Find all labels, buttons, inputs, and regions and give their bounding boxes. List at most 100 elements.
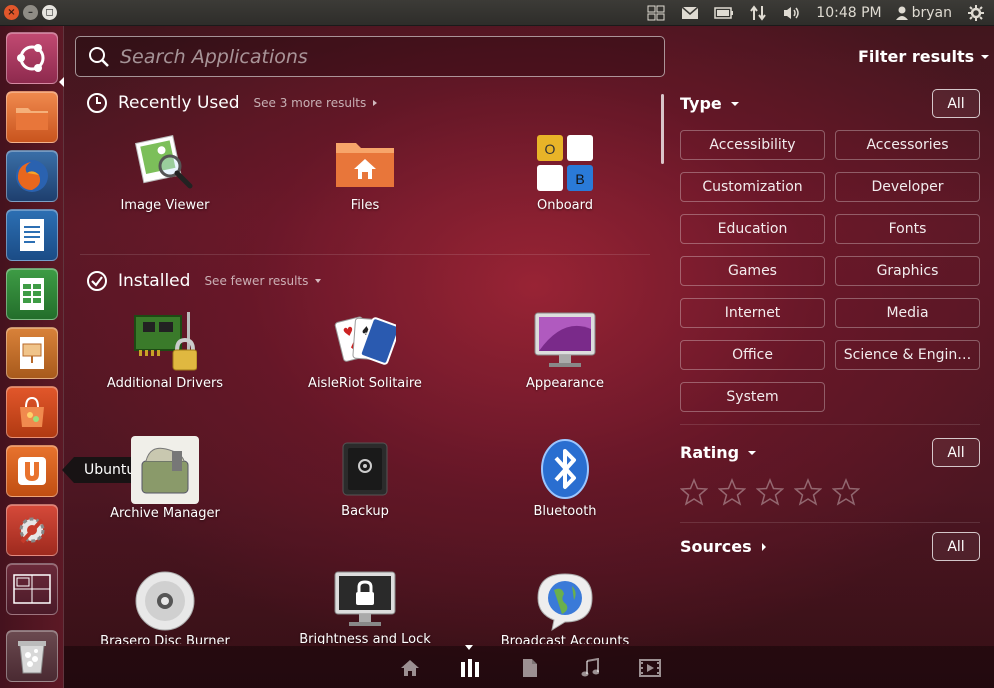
search-bar[interactable] [75, 36, 665, 77]
results-scrollbar[interactable] [661, 94, 664, 164]
filter-chip[interactable]: Accessories [835, 130, 980, 160]
ubuntu-dash-icon[interactable] [6, 32, 58, 84]
mail-icon[interactable] [680, 4, 700, 22]
app-appearance[interactable]: Appearance [490, 308, 640, 391]
app-brasero[interactable]: Brasero Disc Burner [90, 570, 240, 644]
star-icon[interactable] [756, 478, 784, 506]
maximize-icon[interactable]: ◻ [42, 5, 57, 20]
filter-chip[interactable]: Customization [680, 172, 825, 202]
app-brightness-and-lock[interactable]: Brightness and Lock [290, 570, 440, 644]
rating-all-button[interactable]: All [932, 438, 980, 467]
filter-results-toggle[interactable]: Filter results [858, 47, 990, 66]
archive-icon [131, 436, 199, 504]
see-more-results-link[interactable]: See 3 more results [254, 96, 379, 110]
cards-icon: ♥♦♠ [332, 308, 398, 374]
app-label: Backup [341, 504, 389, 519]
app-aisleriot-solitaire[interactable]: ♥♦♠ AisleRiot Solitaire [290, 308, 440, 391]
window-controls: × – ◻ [4, 5, 57, 20]
search-input[interactable] [120, 41, 640, 72]
filter-chip[interactable]: Games [680, 256, 825, 286]
applications-lens-icon[interactable] [459, 657, 481, 679]
app-backup[interactable]: Backup [290, 436, 440, 519]
files-lens-icon[interactable] [519, 657, 541, 679]
filter-chip[interactable]: Education [680, 214, 825, 244]
home-lens-icon[interactable] [399, 657, 421, 679]
chevron-right-icon [373, 100, 378, 106]
star-icon[interactable] [832, 478, 860, 506]
writer-icon[interactable] [6, 209, 58, 261]
backup-safe-icon [332, 436, 398, 502]
chevron-right-icon [761, 542, 766, 551]
chevron-down-icon [981, 54, 990, 59]
app-label: Broadcast Accounts [500, 634, 630, 644]
filter-chip[interactable]: Media [835, 298, 980, 328]
workspaces-icon[interactable] [646, 4, 666, 22]
video-lens-icon[interactable] [639, 657, 661, 679]
filter-chip[interactable]: Accessibility [680, 130, 825, 160]
app-label: Onboard [536, 198, 593, 213]
software-center-icon[interactable] [6, 386, 58, 438]
workspace-switcher-icon[interactable] [6, 563, 58, 615]
check-circle-icon [87, 271, 107, 291]
app-broadcast-accounts[interactable]: Broadcast Accounts [490, 570, 640, 644]
filter-chip[interactable]: Graphics [835, 256, 980, 286]
image-viewer-icon [132, 130, 198, 196]
filter-sources-header[interactable]: Sources [680, 537, 768, 556]
ubuntu-one-icon[interactable] [6, 445, 58, 497]
app-label: Files [350, 198, 380, 213]
user-name: bryan [911, 5, 952, 21]
sources-all-button[interactable]: All [932, 532, 980, 561]
filter-chip[interactable]: Office [680, 340, 825, 370]
filter-type-title: Type [680, 94, 722, 113]
app-image-viewer[interactable]: Image Viewer [90, 130, 240, 213]
installed-header: Installed See fewer results [86, 270, 322, 292]
filter-chip[interactable]: Developer [835, 172, 980, 202]
tooltip-arrow [62, 457, 74, 483]
volume-icon[interactable] [782, 4, 802, 22]
app-label: Brasero Disc Burner [100, 634, 230, 644]
search-icon [89, 46, 109, 67]
type-all-button[interactable]: All [932, 89, 980, 118]
impress-icon[interactable] [6, 327, 58, 379]
user-menu[interactable]: bryan [895, 5, 952, 21]
chevron-down-icon [315, 279, 322, 283]
music-lens-icon[interactable] [579, 657, 601, 679]
filter-chip[interactable]: Internet [680, 298, 825, 328]
app-onboard[interactable]: O B Onboard [490, 130, 640, 213]
section-divider [80, 254, 650, 255]
app-label: Bluetooth [533, 504, 597, 519]
broadcast-globe-icon [532, 570, 598, 632]
star-icon[interactable] [680, 478, 708, 506]
filter-chip[interactable]: Fonts [835, 214, 980, 244]
star-icon[interactable] [718, 478, 746, 506]
app-additional-drivers[interactable]: Additional Drivers [90, 308, 240, 391]
recently-used-header: Recently Used See 3 more results [86, 92, 378, 114]
filter-chip[interactable]: System [680, 382, 825, 412]
network-icon[interactable] [748, 4, 768, 22]
star-icon[interactable] [794, 478, 822, 506]
filter-rating-header[interactable]: Rating [680, 443, 757, 462]
filter-type-header[interactable]: Type [680, 94, 740, 113]
app-label: Archive Manager [110, 506, 220, 521]
close-icon[interactable]: × [4, 5, 19, 20]
minimize-icon[interactable]: – [23, 5, 38, 20]
battery-icon[interactable] [714, 4, 734, 22]
calc-icon[interactable] [6, 268, 58, 320]
filter-chip[interactable]: Science & Engin… [835, 340, 980, 370]
app-bluetooth[interactable]: Bluetooth [490, 436, 640, 519]
firefox-icon[interactable] [6, 150, 58, 202]
app-archive-manager[interactable]: Archive Manager [90, 436, 240, 521]
lens-active-indicator [465, 645, 473, 650]
files-icon[interactable] [6, 91, 58, 143]
trash-icon[interactable] [6, 630, 58, 682]
rating-stars[interactable] [680, 478, 860, 506]
filter-results-label: Filter results [858, 47, 975, 66]
clock[interactable]: 10:48 PM [816, 5, 881, 21]
launcher-active-arrow [59, 77, 64, 87]
see-fewer-results-link[interactable]: See fewer results [204, 274, 322, 288]
gear-icon[interactable] [966, 4, 986, 22]
app-files[interactable]: Files [290, 130, 440, 213]
installed-title: Installed [118, 271, 191, 291]
app-label: AisleRiot Solitaire [308, 376, 422, 391]
system-settings-icon[interactable] [6, 504, 58, 556]
